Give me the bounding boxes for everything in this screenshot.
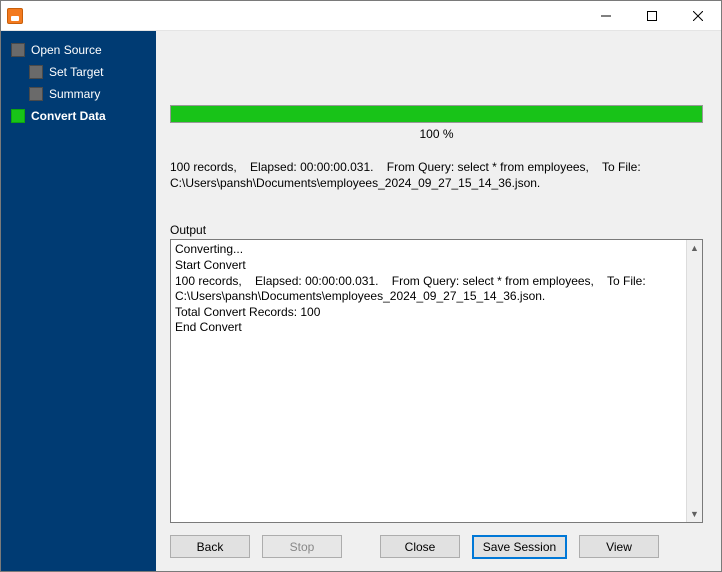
- sidebar-item-label: Set Target: [49, 65, 103, 79]
- sidebar-item-summary[interactable]: Summary: [1, 83, 156, 105]
- save-session-button[interactable]: Save Session: [472, 535, 567, 559]
- close-button[interactable]: Close: [380, 535, 460, 558]
- step-box-icon: [29, 65, 43, 79]
- output-text[interactable]: Converting... Start Convert 100 records,…: [171, 240, 686, 522]
- output-box: Converting... Start Convert 100 records,…: [170, 239, 703, 523]
- window-controls: [583, 1, 721, 30]
- conversion-summary-text: 100 records, Elapsed: 00:00:00.031. From…: [170, 159, 703, 191]
- spacer: [354, 535, 368, 559]
- step-box-icon: [11, 43, 25, 57]
- view-button[interactable]: View: [579, 535, 659, 558]
- step-box-icon: [11, 109, 25, 123]
- sidebar-item-open-source[interactable]: Open Source: [1, 39, 156, 61]
- title-bar-left: [1, 8, 29, 24]
- app-window: Open Source Set Target Summary Convert D…: [0, 0, 722, 572]
- sidebar-item-label: Convert Data: [31, 109, 106, 123]
- output-label: Output: [170, 223, 703, 237]
- app-icon: [7, 8, 23, 24]
- progress-bar: [170, 105, 703, 123]
- wizard-sidebar: Open Source Set Target Summary Convert D…: [1, 31, 156, 571]
- spacer: [170, 31, 703, 105]
- progress-group: 100 %: [170, 105, 703, 141]
- maximize-button[interactable]: [629, 1, 675, 30]
- button-bar: Back Stop Close Save Session View: [170, 523, 703, 559]
- sidebar-item-set-target[interactable]: Set Target: [1, 61, 156, 83]
- stop-button: Stop: [262, 535, 342, 558]
- back-button[interactable]: Back: [170, 535, 250, 558]
- main-panel: 100 % 100 records, Elapsed: 00:00:00.031…: [156, 31, 721, 571]
- sidebar-item-convert-data[interactable]: Convert Data: [1, 105, 156, 127]
- output-scrollbar[interactable]: ▲ ▼: [686, 240, 702, 522]
- title-bar: [1, 1, 721, 31]
- close-icon: [693, 11, 703, 21]
- body: Open Source Set Target Summary Convert D…: [1, 31, 721, 571]
- progress-text: 100 %: [170, 127, 703, 141]
- sidebar-item-label: Open Source: [31, 43, 102, 57]
- minimize-icon: [601, 11, 611, 21]
- maximize-icon: [647, 11, 657, 21]
- close-window-button[interactable]: [675, 1, 721, 30]
- scroll-down-icon: ▼: [687, 506, 702, 522]
- sidebar-item-label: Summary: [49, 87, 100, 101]
- scroll-up-icon: ▲: [687, 240, 702, 256]
- step-box-icon: [29, 87, 43, 101]
- minimize-button[interactable]: [583, 1, 629, 30]
